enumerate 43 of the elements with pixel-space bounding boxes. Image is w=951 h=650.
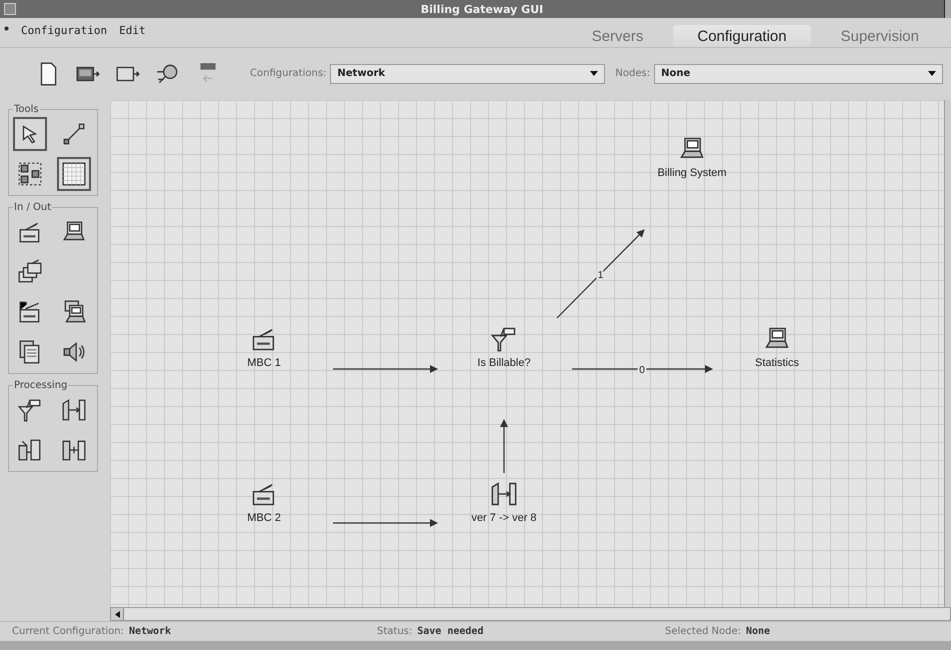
collectors-icon <box>17 258 43 285</box>
group-select-icon <box>17 160 43 187</box>
configurations-label: Configurations: <box>250 68 326 80</box>
converter-icon <box>490 480 518 508</box>
status-value: Network <box>128 626 172 638</box>
menu-item[interactable]: Configuration <box>21 24 108 37</box>
status-value: None <box>746 626 770 638</box>
node-label: Billing System <box>657 166 727 179</box>
grid-icon <box>61 160 87 187</box>
window-title: Billing Gateway GUI <box>420 2 544 16</box>
funnel-icon <box>17 396 43 423</box>
node-label: Is Billable? <box>477 356 531 369</box>
arrow[interactable] <box>572 364 713 373</box>
dropdown-arrow-icon <box>590 71 598 76</box>
group-title: Processing <box>13 380 68 391</box>
nodes-dropdown[interactable]: None <box>654 64 943 84</box>
node-label: Statistics <box>754 356 799 369</box>
group-title: Tools <box>13 104 40 115</box>
converter-icon <box>61 396 87 423</box>
status-label: Selected Node: <box>665 626 741 638</box>
dropdown-arrow-icon <box>928 71 936 76</box>
connector-icon <box>61 120 87 147</box>
vertical-scrollbar[interactable] <box>944 100 951 608</box>
arrow[interactable] <box>333 364 438 373</box>
nodes-label: Nodes: <box>615 68 650 80</box>
palette-tool-button[interactable] <box>13 116 47 151</box>
arrow[interactable] <box>333 518 438 527</box>
palette-tool-button[interactable] <box>57 156 91 191</box>
node-label: MBC 2 <box>247 512 281 524</box>
node-label: MBC 1 <box>247 356 281 369</box>
status-value: Save needed <box>417 626 484 638</box>
menu-item[interactable]: Edit <box>119 24 146 37</box>
configurations-dropdown[interactable]: Network <box>330 64 606 84</box>
scroll-left-icon[interactable] <box>114 610 120 618</box>
status-label: Current Configuration: <box>12 626 124 638</box>
arrow[interactable] <box>500 418 508 473</box>
horizontal-scrollbar[interactable] <box>110 607 951 622</box>
status-label: Status: <box>377 626 412 638</box>
tab[interactable]: Configuration <box>673 24 811 47</box>
splitter-icon <box>17 436 43 463</box>
group-title: In / Out <box>13 202 52 213</box>
close-button[interactable] <box>944 0 951 18</box>
node-label: ver 7 -> ver 8 <box>471 512 537 524</box>
